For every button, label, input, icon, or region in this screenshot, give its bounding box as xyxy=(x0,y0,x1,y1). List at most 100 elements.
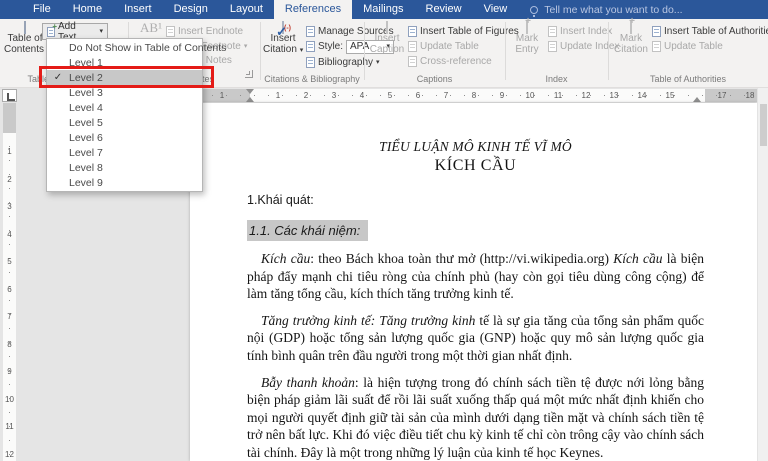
bibliography-button[interactable]: Bibliography ▾ xyxy=(306,56,380,69)
tab-design[interactable]: Design xyxy=(163,0,219,19)
horizontal-ruler[interactable]: 1 1 2 3 4 5 6 7 8 9 10 11 12 13 14 15 17 18 xyxy=(185,89,757,102)
dropdown-item-level-7[interactable]: Level 7 xyxy=(47,145,202,160)
ruler-number: 7 xyxy=(443,91,449,100)
right-indent-marker[interactable] xyxy=(693,97,701,102)
insert-endnote-icon xyxy=(166,26,175,37)
ruler-top-margin xyxy=(3,103,16,133)
dropdown-item-level-6[interactable]: Level 6 xyxy=(47,130,202,145)
insert-caption-label-1: Insert xyxy=(374,33,400,44)
tab-review[interactable]: Review xyxy=(415,0,473,19)
ruler-number: 11 xyxy=(553,91,563,100)
ruler-number: 8 xyxy=(7,339,12,349)
ruler-number: 9 xyxy=(7,367,12,376)
ruler-number: 3 xyxy=(331,91,337,100)
mark-citation-button[interactable]: Mark Citation xyxy=(612,21,650,55)
dropdown-item-level-9[interactable]: Level 9 xyxy=(47,175,202,190)
dropdown-item-label: Level 9 xyxy=(69,176,103,189)
paragraph-bay-thanh-khoan[interactable]: Bẫy thanh khoản: là hiện tượng trong đó … xyxy=(247,374,704,461)
document-page[interactable]: TIỂU LUẬN MÔ KINH TẾ VĨ MÔ KÍCH CẦU 1.Kh… xyxy=(190,103,757,461)
tabbar-left-pad xyxy=(0,0,22,19)
insert-index-icon xyxy=(548,26,557,37)
insert-caption-icon xyxy=(386,21,388,34)
tell-me-text: Tell me what you want to do... xyxy=(544,3,683,16)
mark-entry-button[interactable]: Mark Entry xyxy=(509,21,545,55)
insert-table-of-authorities-button[interactable]: Insert Table of Authorities xyxy=(652,25,768,38)
document-title-line2[interactable]: KÍCH CẦU xyxy=(247,156,704,176)
ruler-number: 12 xyxy=(581,91,591,100)
insert-citation-icon xyxy=(282,21,284,34)
italic-run: Kích cầu xyxy=(261,251,311,266)
heading-1-1[interactable]: 1.1. Các khái niệm: xyxy=(247,220,704,241)
chevron-down-icon: ▾ xyxy=(99,28,103,35)
footnotes-dialog-launcher-icon[interactable] xyxy=(245,70,253,78)
ruler-number: 4 xyxy=(7,229,12,239)
add-text-icon xyxy=(47,22,57,37)
page-content: TIỂU LUẬN MÔ KINH TẾ VĨ MÔ KÍCH CẦU 1.Kh… xyxy=(190,103,757,461)
update-table-button[interactable]: Update Table xyxy=(408,40,479,53)
tell-me-box[interactable]: Tell me what you want to do... xyxy=(530,0,683,19)
toa-update-table-button[interactable]: Update Table xyxy=(652,40,723,53)
dropdown-item-do-not-show-in-table-of-contents[interactable]: Do Not Show in Table of Contents xyxy=(47,40,226,55)
ruler-number: 6 xyxy=(415,91,421,100)
tab-view[interactable]: View xyxy=(473,0,519,19)
insert-caption-label-2: Caption xyxy=(369,44,405,55)
tab-mailings[interactable]: Mailings xyxy=(352,0,414,19)
paragraph-kich-cau[interactable]: Kích cầu: theo Bách khoa toàn thư mở (ht… xyxy=(247,250,704,303)
tab-insert[interactable]: Insert xyxy=(113,0,163,19)
ruler-number: 13 xyxy=(609,91,619,100)
insert-citation-button[interactable]: Insert Citation ▾ xyxy=(263,21,303,55)
insert-endnote-button[interactable]: Insert Endnote xyxy=(166,25,243,38)
style-value: APA xyxy=(350,41,370,52)
ruler-number: 3 xyxy=(7,202,12,211)
text-run: : theo Bách khoa toàn thư mở (http://vi.… xyxy=(310,251,614,266)
style-label: Style: xyxy=(318,41,344,52)
tab-file[interactable]: File xyxy=(22,0,62,19)
cross-reference-button[interactable]: Cross-reference xyxy=(408,55,492,68)
update-table-label: Update Table xyxy=(420,41,479,52)
ruler-number: 1 xyxy=(275,91,281,100)
insert-table-of-authorities-icon xyxy=(652,26,661,37)
mark-citation-label-2: Citation xyxy=(614,44,648,55)
highlighted-heading: 1.1. Các khái niệm: xyxy=(247,220,369,241)
dropdown-item-label: Do Not Show in Table of Contents xyxy=(69,41,227,54)
dropdown-item-level-4[interactable]: Level 4 xyxy=(47,100,202,115)
mark-citation-label-1: Mark xyxy=(619,33,643,44)
dropdown-item-label: Level 7 xyxy=(69,146,103,159)
tab-stop-selector[interactable] xyxy=(2,89,17,102)
first-line-indent-marker[interactable] xyxy=(246,89,254,94)
insert-footnote-icon: AB¹ xyxy=(140,20,162,35)
document-title-line1[interactable]: TIỂU LUẬN MÔ KINH TẾ VĨ MÔ xyxy=(247,139,704,155)
tab-layout[interactable]: Layout xyxy=(219,0,274,19)
dropdown-item-level-8[interactable]: Level 8 xyxy=(47,160,202,175)
toa-group-label: Table of Authorities xyxy=(649,74,727,84)
group-separator xyxy=(260,22,261,80)
hanging-indent-marker[interactable] xyxy=(246,97,254,102)
vertical-ruler[interactable]: 1 2 3 4 5 6 7 8 9 10 11 12 xyxy=(3,103,16,461)
captions-group-label: Captions xyxy=(416,74,453,84)
ruler-number: 17 xyxy=(717,91,727,100)
dropdown-item-label: Level 4 xyxy=(69,101,103,114)
ruler-number: 2 xyxy=(303,91,309,100)
tab-references[interactable]: References xyxy=(273,0,353,19)
update-table-icon xyxy=(408,41,417,52)
vertical-scrollbar[interactable] xyxy=(757,88,768,461)
dropdown-item-level-5[interactable]: Level 5 xyxy=(47,115,202,130)
table-of-contents-button[interactable]: Table of Contents ▾ xyxy=(4,21,50,55)
update-index-label: Update Index xyxy=(560,41,620,52)
insert-caption-button[interactable]: Insert Caption xyxy=(368,21,406,55)
heading-1[interactable]: 1.Khái quát: xyxy=(247,193,704,207)
group-separator xyxy=(505,22,506,80)
tab-home[interactable]: Home xyxy=(62,0,113,19)
dropdown-item-label: Level 6 xyxy=(69,131,103,144)
paragraph-tang-truong[interactable]: Tăng trưởng kinh tế: Tăng trưởng kinh tế… xyxy=(247,312,704,365)
tab-list: File Home Insert Design Layout References Mail… xyxy=(22,0,518,19)
chevron-down-icon: ▾ xyxy=(243,43,248,50)
insert-index-button[interactable]: Insert Index xyxy=(548,25,612,38)
insert-footnote-button[interactable]: AB¹ xyxy=(134,20,168,35)
citations-group-label: Citations & Bibliography xyxy=(264,74,360,84)
toa-update-table-label: Update Table xyxy=(664,41,723,52)
lightbulb-icon xyxy=(530,5,539,17)
scrollbar-thumb[interactable] xyxy=(760,104,767,146)
insert-table-of-figures-button[interactable]: Insert Table of Figures xyxy=(408,25,519,38)
add-text-dropdown-menu: Do Not Show in Table of Contents Level 1 ✓… xyxy=(46,38,226,192)
